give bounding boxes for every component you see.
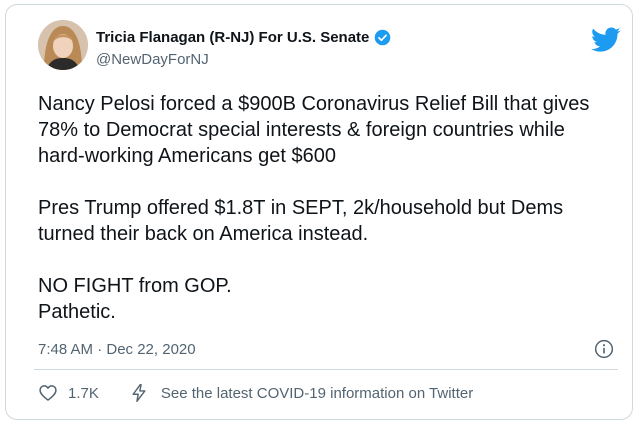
tweet-actions: 1.7K See the latest COVID-19 information… bbox=[38, 383, 473, 403]
covid-info-text: See the latest COVID-19 information on T… bbox=[160, 384, 474, 402]
like-count: 1.7K bbox=[68, 384, 99, 402]
heart-icon bbox=[39, 385, 57, 401]
avatar-photo bbox=[38, 20, 88, 70]
author-name-row: Tricia Flanagan (R-NJ) For U.S. Senate bbox=[96, 29, 391, 46]
tweet-paragraph: Nancy Pelosi forced a $900B Coronavirus … bbox=[38, 91, 618, 169]
tweet-text: Nancy Pelosi forced a $900B Coronavirus … bbox=[38, 91, 618, 325]
lightning-icon bbox=[132, 383, 146, 403]
like-button[interactable]: 1.7K bbox=[38, 383, 99, 403]
tweet-paragraph: Pres Trump offered $1.8T in SEPT, 2k/hou… bbox=[38, 195, 618, 247]
tweet-line: Pathetic. bbox=[38, 301, 116, 323]
covid-info-link[interactable]: See the latest COVID-19 information on T… bbox=[129, 383, 473, 403]
verified-badge-icon bbox=[375, 29, 391, 46]
tweet-paragraph: NO FIGHT from GOP. Pathetic. bbox=[38, 273, 618, 325]
user-handle[interactable]: @NewDayForNJ bbox=[96, 51, 209, 68]
twitter-bird-icon[interactable] bbox=[591, 27, 621, 53]
info-icon[interactable] bbox=[594, 339, 614, 359]
divider bbox=[34, 369, 618, 370]
tweet-line: 78% to Democrat special interests & fore… bbox=[38, 119, 565, 141]
tweet-timestamp[interactable]: 7:48 AM · Dec 22, 2020 bbox=[38, 341, 196, 358]
tweet-line: hard-working Americans get $600 bbox=[38, 145, 336, 167]
tweet-line: Nancy Pelosi forced a $900B Coronavirus … bbox=[38, 93, 590, 115]
tweet-line: turned their back on America instead. bbox=[38, 223, 369, 245]
tweet-line: NO FIGHT from GOP. bbox=[38, 275, 232, 297]
avatar[interactable] bbox=[38, 20, 88, 70]
tweet-card: Tricia Flanagan (R-NJ) For U.S. Senate @… bbox=[5, 4, 633, 420]
display-name[interactable]: Tricia Flanagan (R-NJ) For U.S. Senate bbox=[96, 29, 369, 46]
tweet-line: Pres Trump offered $1.8T in SEPT, 2k/hou… bbox=[38, 197, 564, 219]
